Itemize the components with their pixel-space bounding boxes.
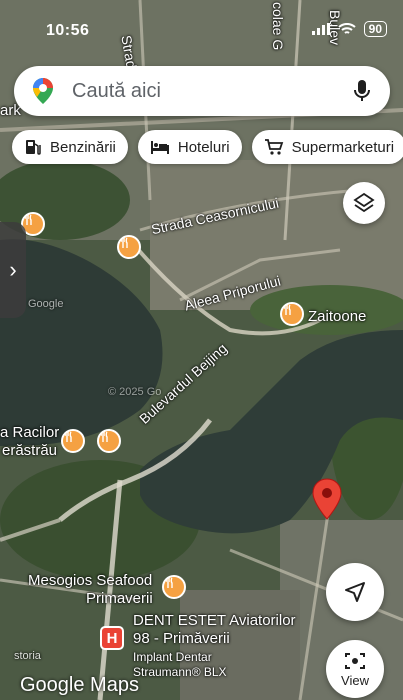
fork-knife-icon [284,304,291,315]
my-location-button[interactable] [326,563,384,621]
navigation-arrow-icon [345,582,365,602]
hospital-icon[interactable]: H [100,626,124,650]
view-button[interactable]: View [326,640,384,698]
category-chips: Benzinării Hoteluri Supermarketuri [12,130,403,164]
restaurant-pin[interactable] [61,429,85,453]
copyright-text: © 2025 Go [108,386,162,398]
chip-supermarkets[interactable]: Supermarketuri [251,130,403,164]
map-label-herastrau[interactable]: erăstrău [2,442,57,459]
chevron-right-icon: › [9,257,17,282]
camera-lens-icon [345,652,365,669]
side-panel-handle[interactable]: › [0,222,26,318]
location-marker-icon[interactable] [312,478,342,520]
status-bar: 10:56 90 [0,0,403,58]
status-icons: 90 [311,21,387,37]
signal-icon [311,23,330,35]
layers-button[interactable] [343,182,385,224]
restaurant-pin[interactable] [97,429,121,453]
fork-knife-icon [25,214,32,225]
restaurant-pin-mesogios[interactable] [162,575,186,599]
fork-knife-icon [166,577,173,588]
fork-knife-icon [65,431,72,442]
map-label-mesogios[interactable]: Mesogios Seafood [28,572,152,589]
microphone-icon[interactable] [352,79,372,103]
cart-icon [264,139,283,155]
restaurant-pin-zaitoone[interactable] [280,302,304,326]
fork-knife-icon [101,431,108,442]
view-button-label: View [341,672,369,688]
gas-station-icon [26,140,41,155]
bed-icon [150,141,169,154]
fork-knife-icon [121,237,128,248]
restaurant-pin[interactable] [117,235,141,259]
chip-hotels[interactable]: Hoteluri [137,130,242,164]
map-label-racilor[interactable]: a Racilor [0,424,59,441]
wifi-icon [337,22,356,34]
layers-icon [353,192,375,213]
map-label-dent-sub-2: Straumann® BLX [133,665,227,679]
map-label-dent-estet-2[interactable]: 98 - Primăverii [133,630,230,647]
status-time: 10:56 [46,22,90,39]
google-maps-logo-icon [33,78,53,104]
map-label-mesogios-area[interactable]: Primaverii [86,590,153,607]
google-maps-watermark: Google Maps [20,674,139,696]
map-label-dent-estet[interactable]: DENT ESTET Aviatorilor [133,612,296,629]
chip-gas-stations[interactable]: Benzinării [12,130,128,164]
map-label-dent-sub-1: Implant Dentar [133,650,212,664]
search-placeholder[interactable]: Caută aici [72,80,352,103]
chip-label: Benzinării [50,138,116,156]
search-bar[interactable]: Caută aici [14,66,390,116]
battery-icon: 90 [363,21,387,37]
chip-label: Hoteluri [177,138,230,156]
google-watermark-left: Google [28,298,64,310]
storia-watermark: storia [14,650,41,662]
map-label-zaitoone[interactable]: Zaitoone [308,308,366,325]
chip-label: Supermarketuri [291,138,395,156]
